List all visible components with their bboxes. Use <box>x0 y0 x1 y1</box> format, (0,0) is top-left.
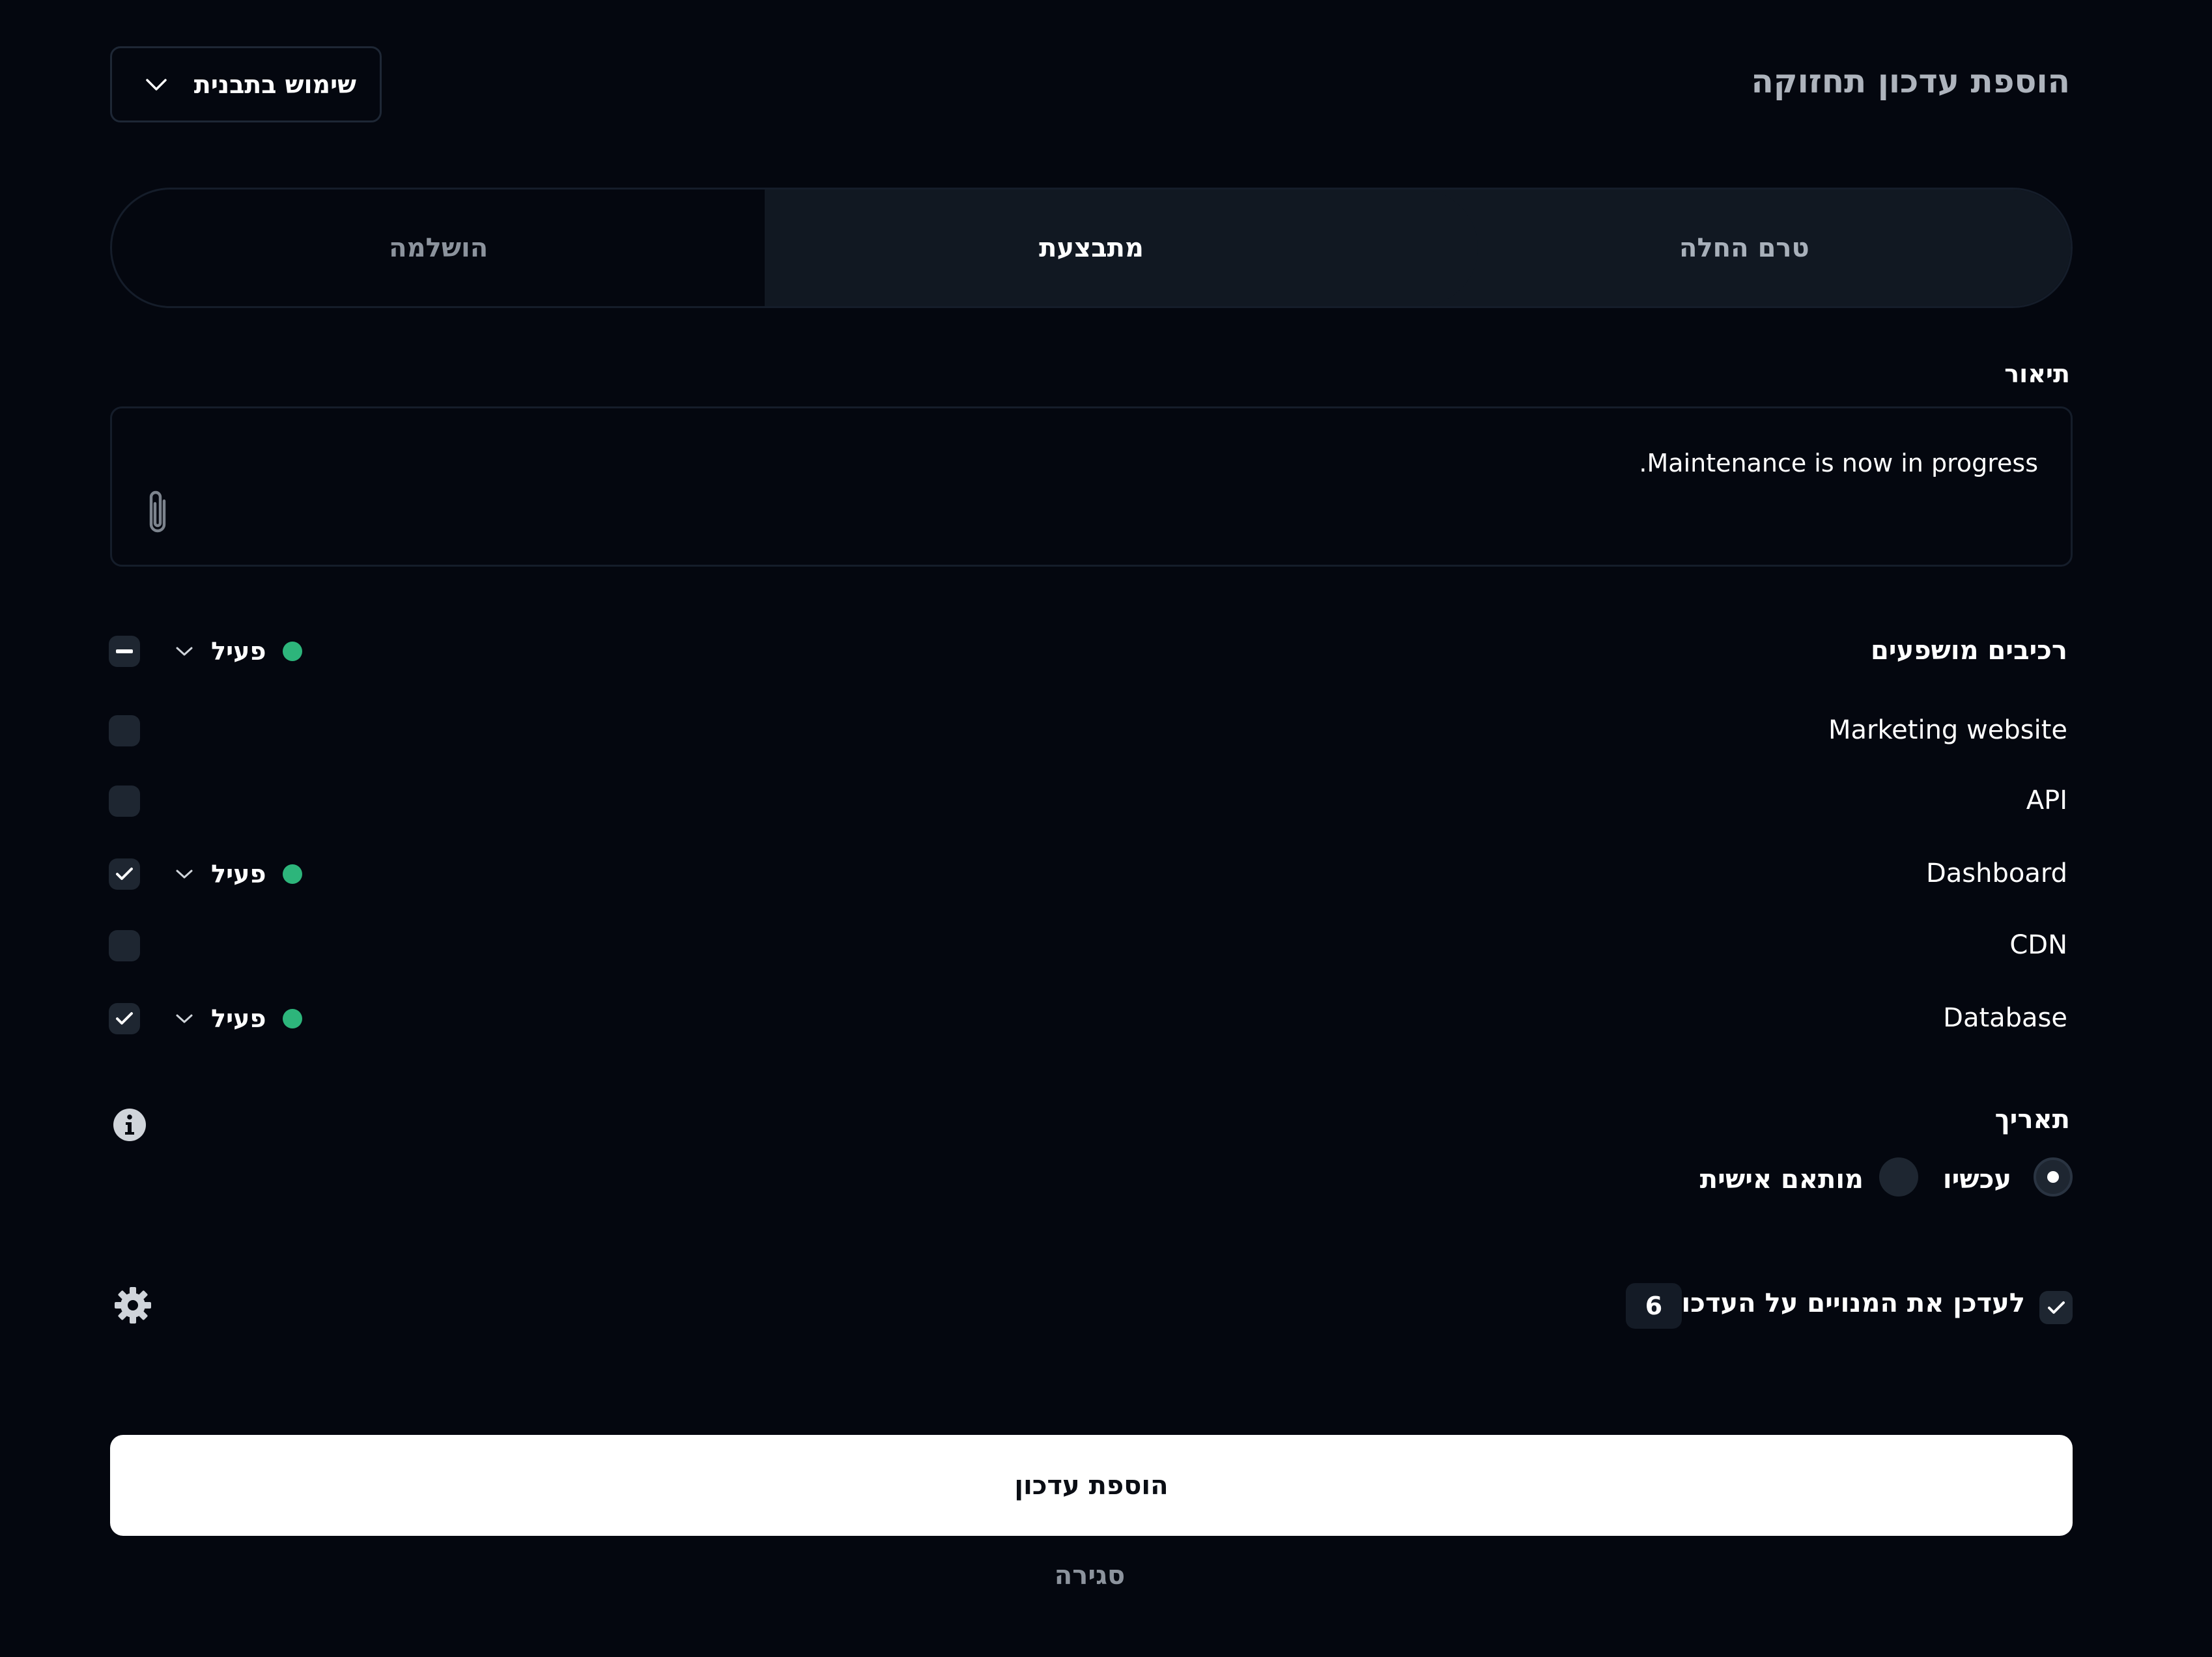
status-dot <box>283 642 303 661</box>
component-name: Database <box>1943 1003 2067 1033</box>
close-button[interactable]: סגירה <box>0 1561 2179 1591</box>
modal-title: הוספת עדכון תחזוקה <box>1751 63 2070 100</box>
status-tabs: טרם החלה מתבצעת הושלמה <box>110 188 2073 308</box>
component-status-dropdown-dashboard[interactable]: פעיל <box>175 855 303 894</box>
chevron-down-icon <box>176 870 193 879</box>
status-dot <box>283 1009 303 1028</box>
add-update-button[interactable]: הוספת עדכון <box>110 1435 2073 1536</box>
subscriber-count-badge: 6 <box>1626 1283 1682 1329</box>
paperclip-icon[interactable] <box>138 488 177 540</box>
date-option-now-radio[interactable] <box>2034 1157 2073 1197</box>
component-status-dropdown-database[interactable]: פעיל <box>175 999 303 1038</box>
check-icon <box>2047 1301 2065 1314</box>
template-dropdown-label: שימוש בתבנית <box>193 70 356 99</box>
notify-subscribers-checkbox[interactable] <box>2039 1291 2073 1324</box>
component-checkbox-database[interactable] <box>109 1003 140 1034</box>
bulk-status-dropdown[interactable]: פעיל <box>175 632 303 671</box>
description-value: Maintenance is now in progress. <box>1639 449 2038 477</box>
info-icon[interactable] <box>112 1107 147 1142</box>
component-checkbox-dashboard[interactable] <box>109 858 140 890</box>
status-text: פעיל <box>211 860 266 888</box>
component-name: CDN <box>2009 930 2067 960</box>
check-icon <box>116 1012 133 1025</box>
component-name: Marketing website <box>1828 715 2067 745</box>
description-textarea[interactable]: Maintenance is now in progress. <box>110 406 2073 567</box>
notify-subscribers-label[interactable]: לעדכן את המנויים על העדכון <box>1673 1288 2025 1318</box>
date-option-custom-label[interactable]: מותאם אישית <box>1700 1165 1864 1195</box>
chevron-down-icon <box>145 78 167 91</box>
tab-not-started[interactable]: טרם החלה <box>1417 190 2071 306</box>
date-option-now-label[interactable]: עכשיו <box>1943 1165 2011 1195</box>
tab-label: הושלמה <box>389 233 489 263</box>
component-checkbox-marketing-website[interactable] <box>109 715 140 746</box>
use-template-dropdown[interactable]: שימוש בתבנית <box>110 46 382 122</box>
tab-completed[interactable]: הושלמה <box>112 190 765 306</box>
check-icon <box>116 868 133 880</box>
status-dot <box>283 864 303 884</box>
radio-dot <box>2047 1171 2059 1183</box>
tab-label: טרם החלה <box>1679 233 1809 263</box>
date-option-custom-radio[interactable] <box>1879 1157 1918 1197</box>
tab-in-progress[interactable]: מתבצעת <box>765 190 1478 306</box>
status-text: פעיל <box>211 637 266 666</box>
maintenance-update-modal: הוספת עדכון תחזוקה שימוש בתבנית טרם החלה… <box>0 0 2212 1657</box>
gear-icon[interactable] <box>113 1286 152 1325</box>
chevron-down-icon <box>176 647 193 656</box>
component-name: API <box>2026 786 2067 815</box>
status-text: פעיל <box>211 1004 266 1033</box>
component-checkbox-api[interactable] <box>109 786 140 817</box>
date-label: תאריך <box>1994 1105 2070 1135</box>
affected-components-label: רכיבים מושפעים <box>1870 636 2067 666</box>
component-name: Dashboard <box>1925 858 2067 888</box>
chevron-down-icon <box>176 1014 193 1023</box>
description-label: תיאור <box>2004 360 2070 388</box>
component-checkbox-cdn[interactable] <box>109 930 140 961</box>
tab-label: מתבצעת <box>1039 233 1144 263</box>
select-all-checkbox[interactable] <box>109 636 140 667</box>
minus-icon <box>116 649 133 653</box>
